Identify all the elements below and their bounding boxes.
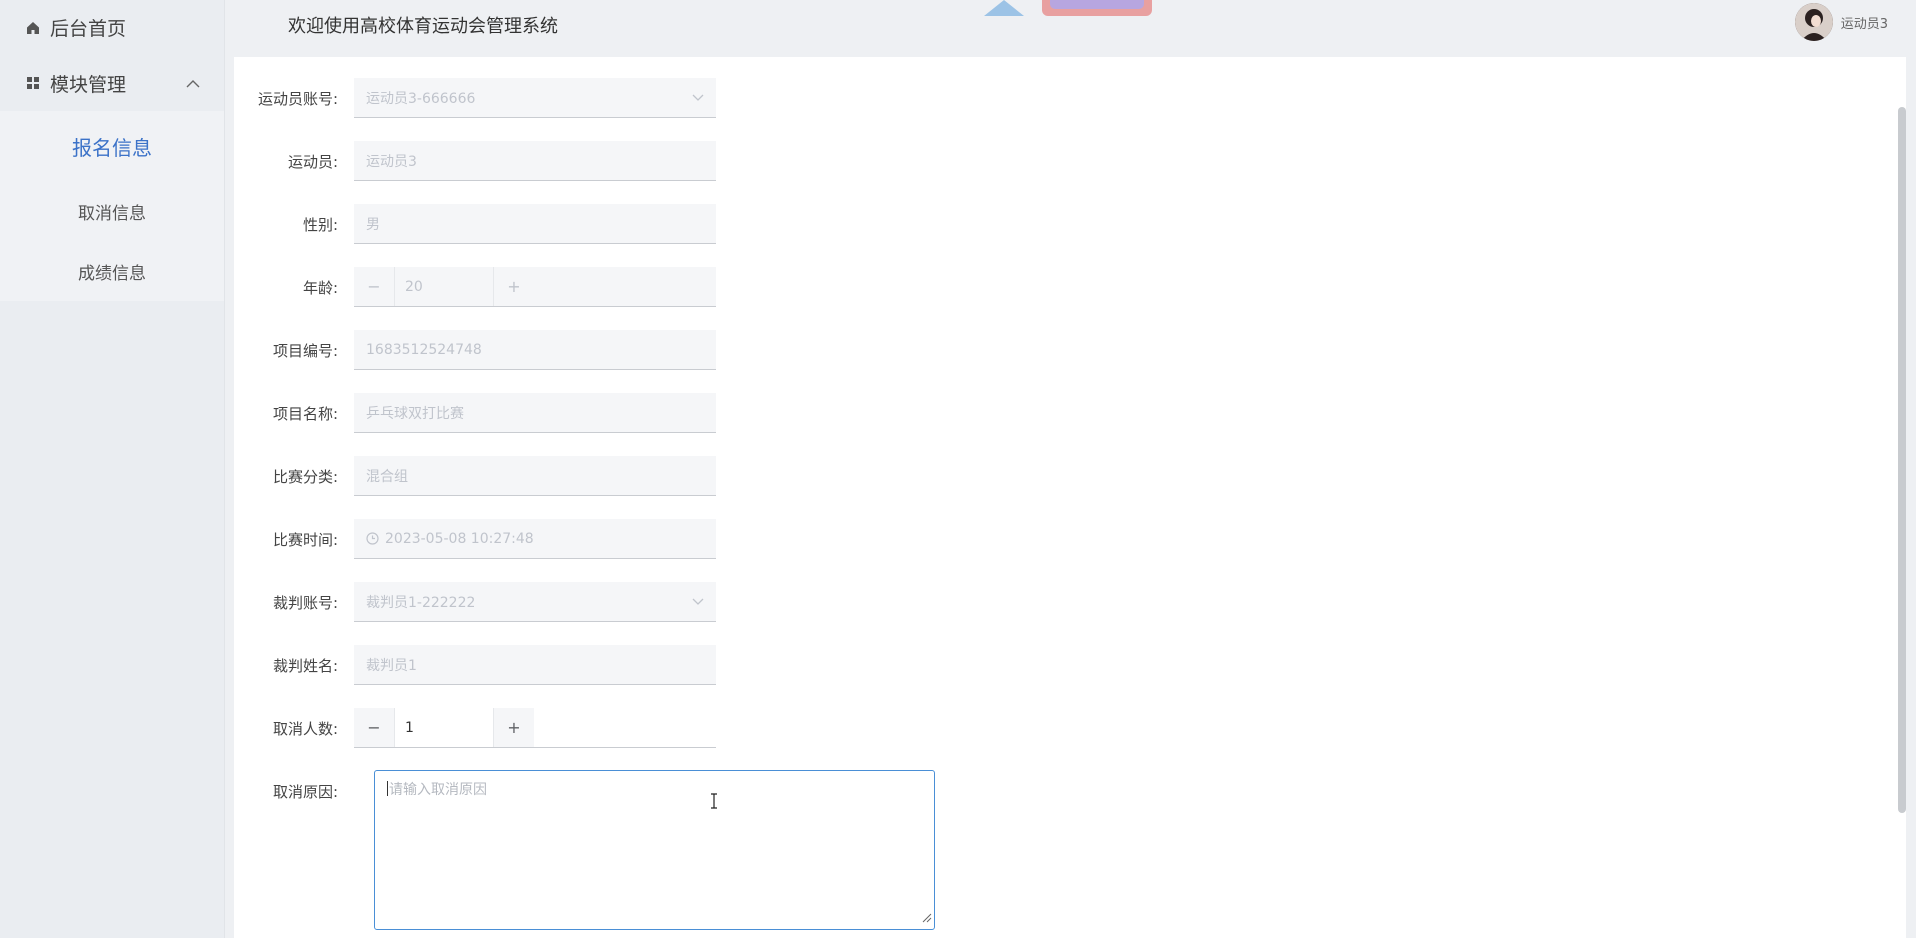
field-label: 年龄: <box>302 278 338 297</box>
sidebar-item-signup[interactable]: 报名信息 <box>0 111 224 181</box>
form-row-event-name: 项目名称: 乒乓球双打比赛 <box>234 393 716 433</box>
field-label: 取消人数: <box>272 719 338 738</box>
grid-icon <box>24 74 42 92</box>
sidebar-item-label: 后台首页 <box>50 18 127 40</box>
field-value: 2023-05-08 10:27:48 <box>385 530 534 547</box>
form-panel: 运动员账号: 运动员3-666666 运动员: 运动员3 性别: 男 年龄: −… <box>234 57 1906 938</box>
submenu: 报名信息 取消信息 成绩信息 <box>0 111 224 301</box>
field-value: 运动员3-666666 <box>366 90 476 107</box>
form-row-event-id: 项目编号: 1683512524748 <box>234 330 716 370</box>
sidebar-group-module[interactable]: 模块管理 <box>0 55 224 111</box>
decrement-button[interactable]: − <box>354 708 394 747</box>
athlete-account-select[interactable]: 运动员3-666666 <box>354 78 716 118</box>
form-row-gender: 性别: 男 <box>234 204 716 244</box>
page-title: 欢迎使用高校体育运动会管理系统 <box>288 16 558 37</box>
sidebar-group-label: 模块管理 <box>50 73 127 96</box>
event-name-field[interactable]: 乒乓球双打比赛 <box>354 393 716 433</box>
decrement-button[interactable]: − <box>354 267 394 306</box>
field-value: 运动员3 <box>366 153 417 170</box>
user-menu[interactable]: 运动员3 <box>1794 3 1888 41</box>
field-label: 运动员账号: <box>257 89 338 108</box>
increment-button[interactable]: + <box>494 708 534 747</box>
sidebar-item-home[interactable]: 后台首页 <box>0 0 224 55</box>
field-label: 项目编号: <box>272 341 338 360</box>
event-id-field[interactable]: 1683512524748 <box>354 330 716 370</box>
age-stepper[interactable]: − 20 + <box>354 267 716 307</box>
field-label: 裁判姓名: <box>272 656 338 675</box>
chevron-down-icon <box>692 594 704 610</box>
sidebar-item-label: 成绩信息 <box>78 263 146 284</box>
field-value: 1683512524748 <box>366 341 482 358</box>
field-label: 比赛时间: <box>272 530 338 549</box>
form-row-cancel-reason: 取消原因: <box>234 771 354 811</box>
field-label: 比赛分类: <box>272 467 338 486</box>
vertical-scrollbar[interactable] <box>1898 107 1906 813</box>
category-field[interactable]: 混合组 <box>354 456 716 496</box>
field-label: 性别: <box>302 215 338 234</box>
referee-account-select[interactable]: 裁判员1-222222 <box>354 582 716 622</box>
header: 欢迎使用高校体育运动会管理系统 运动员3 <box>226 0 1916 50</box>
sidebar-item-score[interactable]: 成绩信息 <box>0 241 224 301</box>
cancel-reason-textarea[interactable]: 请输入取消原因 <box>374 770 935 930</box>
text-caret <box>387 781 388 796</box>
resize-handle-icon[interactable] <box>922 911 932 927</box>
field-label: 项目名称: <box>272 404 338 423</box>
sidebar-item-label: 取消信息 <box>78 203 146 224</box>
referee-name-field[interactable]: 裁判员1 <box>354 645 716 685</box>
cancel-count-value[interactable]: 1 <box>394 708 494 747</box>
field-value: 男 <box>366 216 380 233</box>
field-label: 运动员: <box>287 152 338 171</box>
match-time-picker[interactable]: 2023-05-08 10:27:48 <box>354 519 716 559</box>
sidebar-item-label: 报名信息 <box>72 135 152 160</box>
form-row-athlete-account: 运动员账号: 运动员3-666666 <box>234 78 716 118</box>
sidebar: 后台首页 模块管理 报名信息 取消信息 成绩信息 <box>0 0 225 938</box>
field-value: 乒乓球双打比赛 <box>366 405 464 422</box>
field-value: 混合组 <box>366 468 408 485</box>
chevron-down-icon <box>692 90 704 106</box>
avatar <box>1794 3 1833 41</box>
increment-button[interactable]: + <box>494 267 534 306</box>
form-row-referee-name: 裁判姓名: 裁判员1 <box>234 645 716 685</box>
athlete-field[interactable]: 运动员3 <box>354 141 716 181</box>
form-row-age: 年龄: − 20 + <box>234 267 716 307</box>
cancel-count-stepper[interactable]: − 1 + <box>354 708 716 748</box>
clock-icon <box>366 532 379 545</box>
form-row-referee-account: 裁判账号: 裁判员1-222222 <box>234 582 716 622</box>
text-cursor-icon <box>710 793 718 813</box>
form-row-athlete: 运动员: 运动员3 <box>234 141 716 181</box>
home-icon <box>24 19 42 37</box>
field-label: 裁判账号: <box>272 593 338 612</box>
gender-field[interactable]: 男 <box>354 204 716 244</box>
age-value[interactable]: 20 <box>394 267 494 306</box>
chevron-up-icon <box>186 72 200 94</box>
form-row-category: 比赛分类: 混合组 <box>234 456 716 496</box>
form-row-cancel-count: 取消人数: − 1 + <box>234 708 716 748</box>
textarea-placeholder: 请输入取消原因 <box>389 782 487 798</box>
field-value: 裁判员1 <box>366 657 417 674</box>
username: 运动员3 <box>1840 16 1888 32</box>
field-label: 取消原因: <box>272 782 338 801</box>
field-value: 裁判员1-222222 <box>366 594 476 611</box>
header-decoration-image <box>984 0 1156 16</box>
sidebar-item-cancel[interactable]: 取消信息 <box>0 181 224 241</box>
form-row-match-time: 比赛时间: 2023-05-08 10:27:48 <box>234 519 716 559</box>
